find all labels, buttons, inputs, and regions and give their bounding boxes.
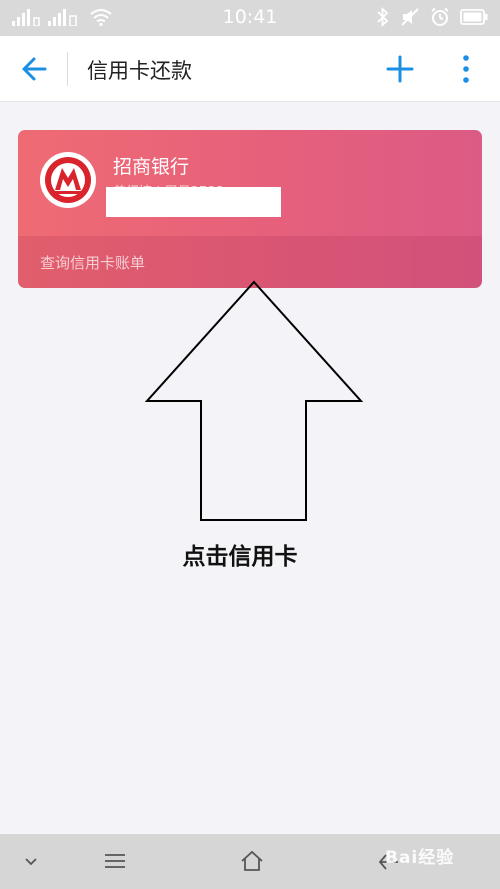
bluetooth-icon (377, 7, 389, 27)
status-bar: 10:41 (0, 0, 500, 36)
page-title: 信用卡还款 (87, 59, 192, 83)
watermark: Bai经验 (385, 848, 455, 868)
menu-icon[interactable] (104, 853, 126, 869)
plus-icon[interactable] (385, 54, 415, 84)
cmb-logo-icon (40, 152, 96, 208)
annotation-hint: 点击信用卡 (182, 544, 298, 570)
header-divider (67, 52, 68, 86)
privacy-mask (106, 187, 281, 217)
credit-card-item[interactable]: 招商银行 曾细婕 | 尾号2788 查询信用卡账单 (18, 130, 482, 288)
battery-icon (460, 9, 488, 25)
back-arrow-icon[interactable] (20, 54, 50, 84)
status-indicators (376, 7, 488, 27)
chevron-down-icon[interactable] (24, 856, 38, 868)
more-vertical-icon[interactable] (454, 54, 478, 84)
query-bill-link[interactable]: 查询信用卡账单 (40, 252, 145, 273)
alarm-icon (431, 7, 449, 26)
mute-icon (401, 8, 419, 26)
home-icon[interactable] (240, 849, 264, 873)
card-footer[interactable]: 查询信用卡账单 (18, 236, 482, 288)
app-header: 信用卡还款 (0, 36, 500, 102)
bank-name: 招商银行 (113, 156, 190, 178)
